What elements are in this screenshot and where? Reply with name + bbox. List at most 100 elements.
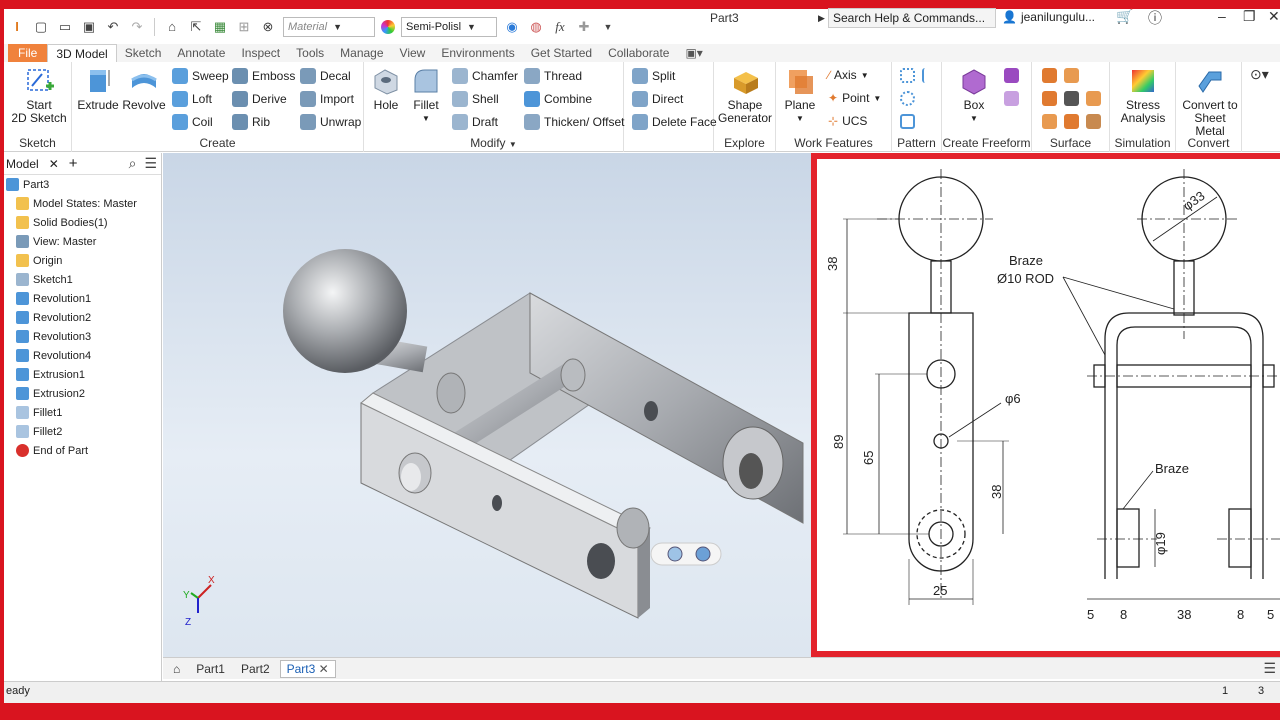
shape-generator-button[interactable]: Shape Generator <box>716 66 774 125</box>
browser-tree-item[interactable]: End of Part <box>4 441 161 460</box>
redo-icon[interactable]: ↷ <box>128 18 146 36</box>
user-account[interactable]: 👤 jeanilungulu... <box>1002 10 1095 24</box>
circular-pattern-icon[interactable] <box>900 91 915 106</box>
tab-menu-icon[interactable]: ☰ <box>1263 660 1280 677</box>
sketch-pattern-icon[interactable] <box>900 114 915 129</box>
replace-face-icon[interactable] <box>1042 114 1057 129</box>
plane-dropdown-icon[interactable]: ▼ <box>796 112 804 125</box>
draft-button[interactable]: Draft <box>452 114 498 130</box>
browser-tree-item[interactable]: Solid Bodies(1) <box>4 213 161 232</box>
tab-file[interactable]: File <box>8 44 48 62</box>
browser-tree-item[interactable]: Revolution1 <box>4 289 161 308</box>
browser-tree-item[interactable]: Extrusion1 <box>4 365 161 384</box>
import-button[interactable]: Import <box>300 91 354 107</box>
point-button[interactable]: ✦ Point ▼ <box>828 91 881 105</box>
restore-icon[interactable]: ❐ <box>1243 8 1256 25</box>
browser-tree-item[interactable]: Fillet2 <box>4 422 161 441</box>
freeform-edit-icon[interactable] <box>1004 68 1019 83</box>
convert-to-sheet-metal-button[interactable]: Convert to Sheet Metal <box>1178 66 1242 138</box>
browser-tree-item[interactable]: Part3 <box>4 175 161 194</box>
tab-view[interactable]: View <box>392 44 434 62</box>
close-icon[interactable]: ✕ <box>1268 8 1280 25</box>
appearance-select[interactable]: Semi-Polisl ▼ <box>401 16 497 37</box>
plane-button[interactable]: Plane ▼ <box>780 66 820 125</box>
split-button[interactable]: Split <box>632 68 675 84</box>
browser-tree-item[interactable]: View: Master <box>4 232 161 251</box>
combine-button[interactable]: Combine <box>524 91 592 107</box>
material-select[interactable]: Material ▼ <box>283 16 375 37</box>
thicken-offset-button[interactable]: Thicken/ Offset <box>524 114 624 130</box>
open-folder-icon[interactable]: ▭ <box>56 18 74 36</box>
delete-face-button[interactable]: Delete Face <box>632 114 717 130</box>
rectangular-pattern-icon[interactable] <box>900 68 915 83</box>
ribbon-options-icon[interactable]: ▣▾ <box>677 44 710 62</box>
search-input[interactable]: Search Help & Commands... <box>828 8 996 28</box>
update-icon[interactable]: ▦ <box>211 18 229 36</box>
chamfer-button[interactable]: Chamfer <box>452 68 518 84</box>
browser-tree-item[interactable]: Revolution2 <box>4 308 161 327</box>
home-icon[interactable]: ⌂ <box>163 18 181 36</box>
browser-tab-model[interactable]: Model <box>6 157 39 171</box>
shell-button[interactable]: Shell <box>452 91 499 107</box>
customize-qat-icon[interactable]: ▼ <box>599 18 617 36</box>
loft-button[interactable]: Loft <box>172 91 212 107</box>
revolve-button[interactable]: Revolve <box>122 66 166 112</box>
undo-icon[interactable]: ↶ <box>104 18 122 36</box>
tab-tools[interactable]: Tools <box>288 44 332 62</box>
tab-inspect[interactable]: Inspect <box>233 44 288 62</box>
thread-button[interactable]: Thread <box>524 68 582 84</box>
browser-tree-item[interactable]: Fillet1 <box>4 403 161 422</box>
browser-tree-item[interactable]: Model States: Master <box>4 194 161 213</box>
derive-button[interactable]: Derive <box>232 91 287 107</box>
minimize-icon[interactable]: – <box>1218 8 1226 24</box>
add-icon[interactable]: ✚ <box>575 18 593 36</box>
tab-get-started[interactable]: Get Started <box>523 44 600 62</box>
tab-collaborate[interactable]: Collaborate <box>600 44 677 62</box>
browser-tree-item[interactable]: Extrusion2 <box>4 384 161 403</box>
emboss-button[interactable]: Emboss <box>232 68 295 84</box>
delete-surface-icon[interactable] <box>1086 114 1101 129</box>
thicken-surface-icon[interactable] <box>1064 114 1079 129</box>
browser-tab-close-icon[interactable]: ✕ <box>49 157 59 171</box>
help-icon[interactable]: ⓘ <box>1148 8 1162 28</box>
doc-tab-part1[interactable]: Part1 <box>190 661 231 677</box>
adjust-appearance-icon[interactable]: ◉ <box>503 18 521 36</box>
hole-button[interactable]: Hole <box>368 66 404 112</box>
home-icon[interactable]: ⌂ <box>167 661 186 677</box>
cart-icon[interactable]: 🛒 <box>1116 8 1133 25</box>
tab-annotate[interactable]: Annotate <box>169 44 233 62</box>
sculpt-icon[interactable] <box>1042 91 1057 106</box>
close-icon[interactable]: ✕ <box>319 662 329 676</box>
rib-button[interactable]: Rib <box>232 114 270 130</box>
patch-icon[interactable] <box>1064 68 1079 83</box>
box-dropdown-icon[interactable]: ▼ <box>970 112 978 125</box>
ucs-button[interactable]: ⊹ UCS <box>828 114 867 128</box>
tab-environments[interactable]: Environments <box>433 44 522 62</box>
box-button[interactable]: Box ▼ <box>954 66 994 125</box>
doc-tab-part3[interactable]: Part3 ✕ <box>279 659 336 678</box>
start-2d-sketch-button[interactable]: Start 2D Sketch <box>10 66 68 125</box>
axis-button[interactable]: ∕ Axis ▼ <box>828 68 869 82</box>
new-file-icon[interactable]: ▢ <box>32 18 50 36</box>
ribbon-more-icon[interactable]: ⊙▾ <box>1250 66 1269 83</box>
clear-appearance-icon[interactable]: ⊗ <box>259 18 277 36</box>
parameters-fx-icon[interactable]: fx <box>551 18 569 36</box>
extrude-button[interactable]: Extrude <box>77 66 119 112</box>
browser-add-tab-icon[interactable]: + <box>69 155 78 172</box>
stitch-icon[interactable] <box>1042 68 1057 83</box>
sweep-button[interactable]: Sweep <box>172 68 229 84</box>
trim-icon[interactable] <box>1064 91 1079 106</box>
fillet-button[interactable]: Fillet ▼ <box>408 66 444 125</box>
browser-search-icon[interactable]: ⌕ <box>129 155 137 172</box>
extend-icon[interactable] <box>1086 91 1101 106</box>
fillet-dropdown-icon[interactable]: ▼ <box>422 112 430 125</box>
stress-analysis-button[interactable]: Stress Analysis <box>1114 66 1172 125</box>
doc-tab-part2[interactable]: Part2 <box>235 661 276 677</box>
direct-button[interactable]: Direct <box>632 91 683 107</box>
tab-sketch[interactable]: Sketch <box>117 44 170 62</box>
tab-3d-model[interactable]: 3D Model <box>47 44 117 62</box>
browser-tree-item[interactable]: Origin <box>4 251 161 270</box>
tab-manage[interactable]: Manage <box>332 44 391 62</box>
browser-tree-item[interactable]: Revolution3 <box>4 327 161 346</box>
panel-label-modify[interactable]: Modify ▼ <box>364 136 623 150</box>
